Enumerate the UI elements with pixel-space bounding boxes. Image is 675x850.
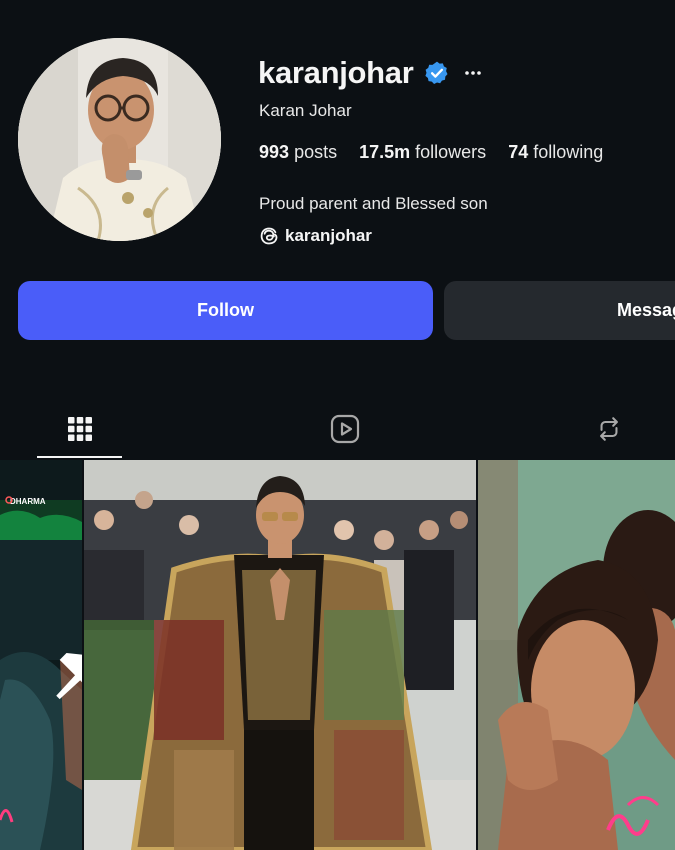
full-name: Karan Johar [259,101,352,120]
follow-button[interactable]: Follow [18,281,433,340]
post-thumbnail [84,460,476,850]
profile-header: karanjohar [258,55,486,91]
message-button[interactable]: Message [444,281,675,340]
grid-icon [67,417,92,441]
grid-post[interactable] [84,460,476,850]
verified-badge-icon [424,60,450,86]
grid-post[interactable]: DHARMA [0,460,82,850]
posts-stat: 993 posts [259,142,337,163]
username: karanjohar [258,55,414,90]
threads-handle: karanjohar [285,226,372,245]
followers-stat[interactable]: 17.5m followers [359,142,486,163]
grid-post[interactable] [478,460,675,850]
pin-icon [56,653,82,700]
avatar-image [18,38,221,241]
profile-stats: 993 posts 17.5m followers 74 following [259,142,603,163]
pin-icon [438,470,476,850]
posts-grid: DHARMA [0,460,675,850]
followers-count: 17.5m [359,142,411,162]
dharma-logo-text: DHARMA [10,497,46,506]
posts-label: posts [294,142,338,162]
posts-count: 993 [259,142,290,162]
bio: Proud parent and Blessed son [259,194,488,213]
following-label: following [533,142,604,162]
post-thumbnail [478,460,675,850]
following-count: 74 [508,142,529,162]
profile-tabs [0,400,675,460]
threads-link[interactable]: karanjohar [259,226,372,246]
tab-posts[interactable] [37,400,122,458]
followers-label: followers [415,142,487,162]
tab-reels[interactable] [302,400,387,458]
profile-avatar[interactable] [18,38,221,241]
tab-reposts[interactable] [566,400,651,458]
repost-icon [599,417,618,441]
threads-icon [259,226,279,246]
following-stat[interactable]: 74 following [508,142,603,163]
reels-icon [330,414,359,444]
more-options-icon[interactable] [460,60,486,86]
